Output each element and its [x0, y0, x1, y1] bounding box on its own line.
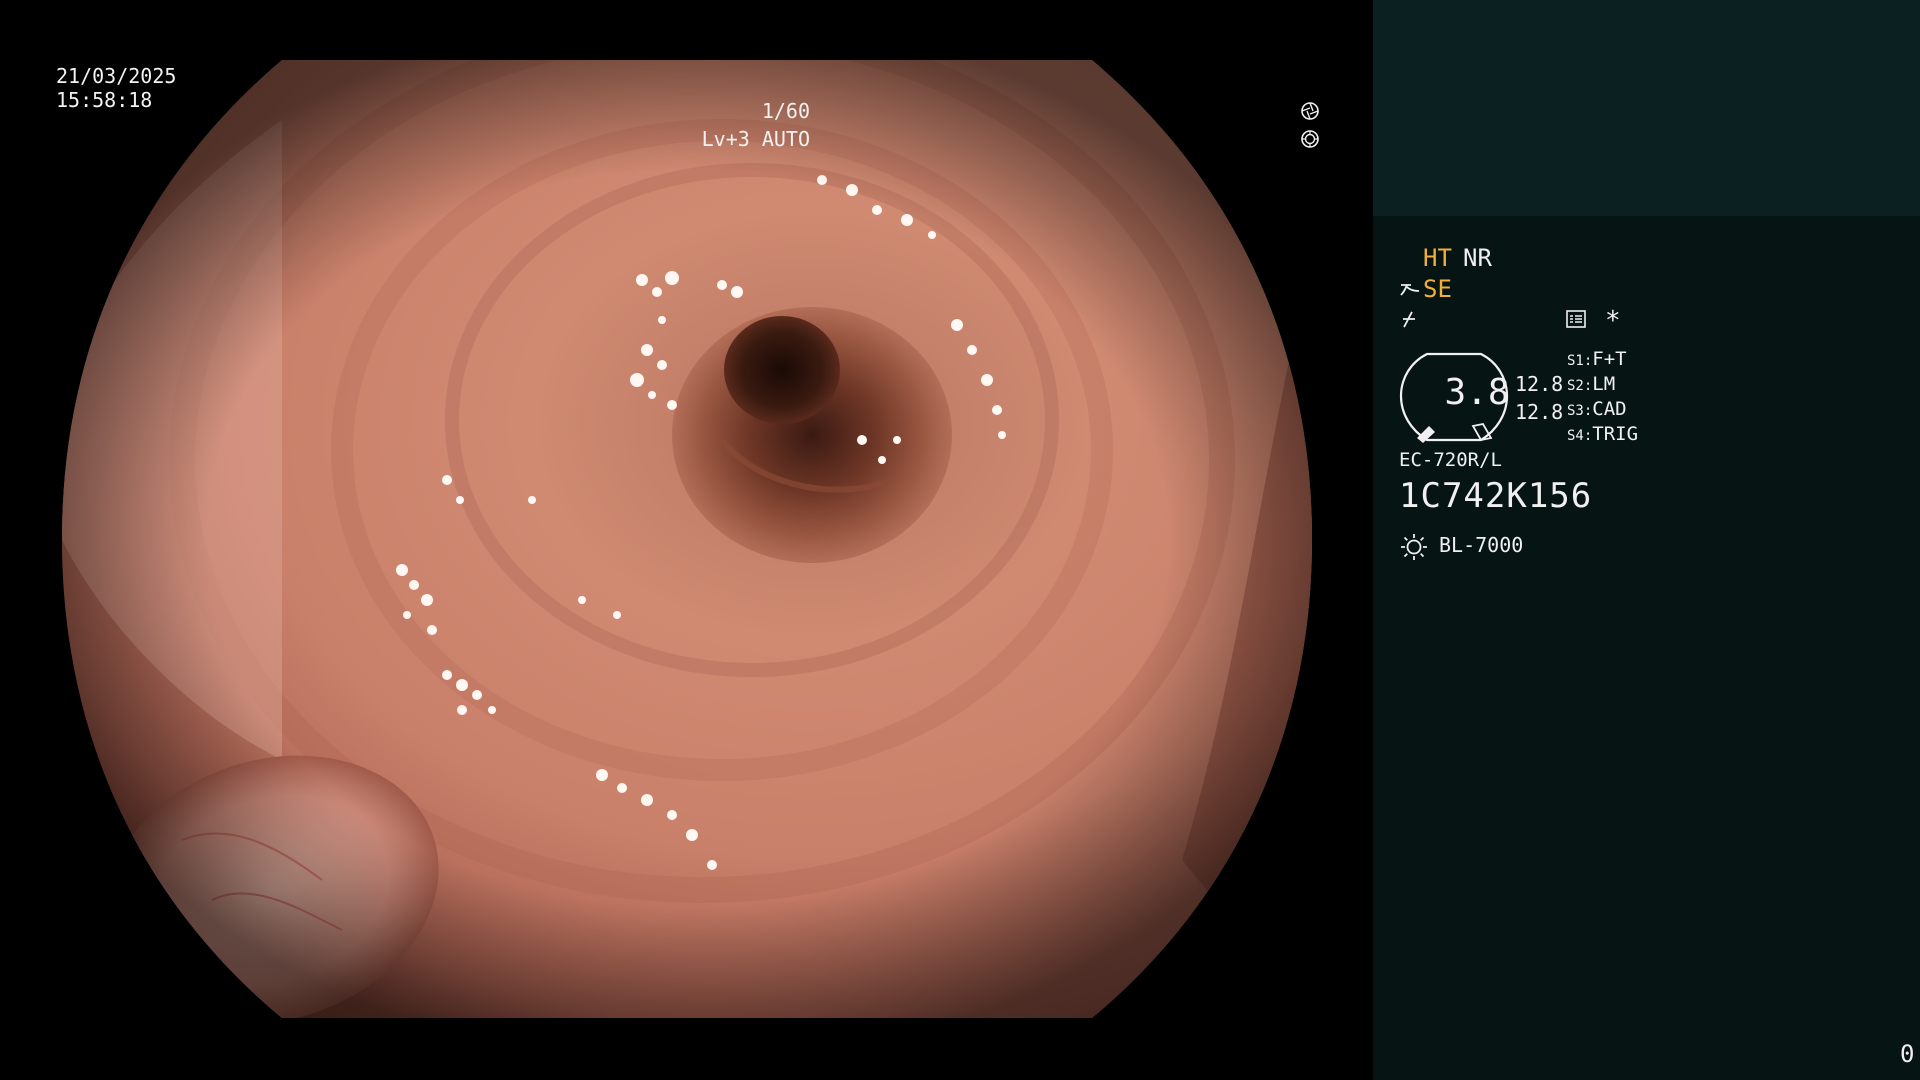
time-readout: 15:58:18	[56, 88, 153, 112]
setting-value: TRIG	[1592, 423, 1639, 445]
setting-key: S2:	[1567, 378, 1593, 394]
ring-value: 3.8	[1444, 372, 1510, 413]
setting-value: LM	[1592, 373, 1616, 395]
date-readout: 21/03/2025	[56, 64, 177, 88]
value-lower: 12.8	[1515, 400, 1564, 424]
setting-key: S4:	[1567, 428, 1593, 444]
setting-s1: S1:F+T	[1567, 348, 1627, 370]
value-upper: 12.8	[1515, 372, 1564, 396]
ht-mode-label: HT	[1423, 244, 1452, 272]
shutter-readout: 1/60	[761, 99, 810, 123]
setting-s4: S4:TRIG	[1567, 423, 1638, 445]
info-panel-header	[1373, 0, 1920, 216]
setting-key: S3:	[1567, 403, 1593, 419]
se-mode-icon	[1400, 284, 1420, 296]
info-panel: HT NR SE * 3.8 12.8 12.8 S1:F+T S2:LM S3…	[1373, 0, 1920, 1080]
frame-counter: 0	[1900, 1040, 1915, 1068]
aperture-icon	[1301, 102, 1319, 120]
nr-mode-label: NR	[1463, 244, 1492, 272]
endoscopic-image	[62, 60, 1312, 1018]
endoscopic-view	[62, 60, 1312, 1018]
auto-iris-icon	[1301, 130, 1319, 148]
color-mode-icon	[1403, 311, 1415, 328]
setting-value: CAD	[1592, 398, 1627, 420]
light-source-model: BL-7000	[1439, 533, 1524, 557]
scope-model: EC-720R/L	[1399, 449, 1502, 471]
asterisk-marker: *	[1605, 306, 1621, 336]
scope-serial: 1C742K156	[1399, 476, 1593, 516]
setting-s3: S3:CAD	[1567, 398, 1627, 420]
endoscopy-image-area: 21/03/2025 15:58:18 1/60 Lv+3 AUTO	[0, 0, 1373, 1080]
setting-value: F+T	[1592, 348, 1627, 370]
sun-icon	[1401, 534, 1427, 560]
exposure-level-readout: Lv+3 AUTO	[701, 127, 810, 151]
se-mode-label: SE	[1423, 275, 1452, 303]
menu-list-icon	[1566, 310, 1586, 328]
setting-s2: S2:LM	[1567, 373, 1615, 395]
setting-key: S1:	[1567, 353, 1593, 369]
